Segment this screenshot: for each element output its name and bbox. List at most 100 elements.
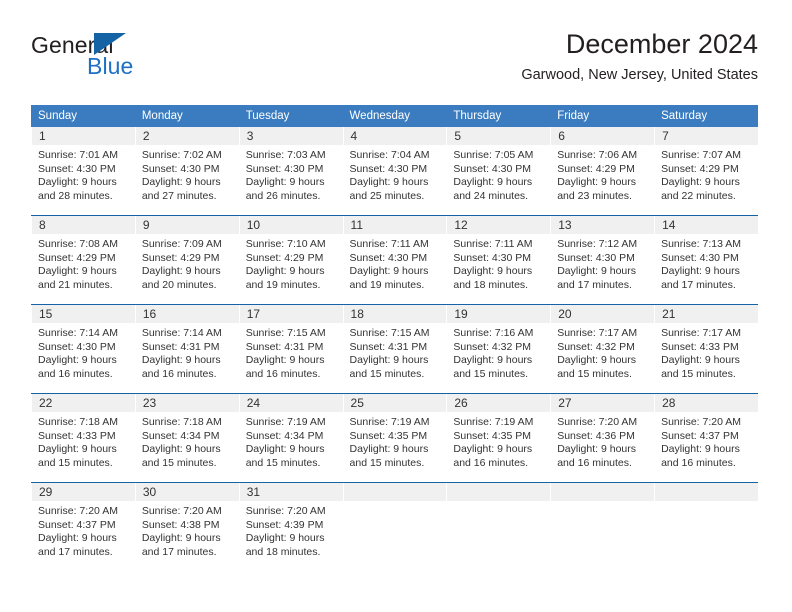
day-cell[interactable]: 22 Sunrise: 7:18 AM Sunset: 4:33 PM Dayl…: [31, 393, 135, 483]
day-details: Sunrise: 7:17 AM Sunset: 4:33 PM Dayligh…: [654, 323, 758, 381]
sunset-text: Sunset: 4:30 PM: [557, 251, 635, 264]
sunrise-text: Sunrise: 7:11 AM: [349, 238, 429, 250]
day-number: 24: [238, 394, 343, 412]
day-cell[interactable]: 26 Sunrise: 7:19 AM Sunset: 4:35 PM Dayl…: [446, 393, 551, 483]
weekday-header-saturday: Saturday: [654, 105, 758, 127]
daylight-text-line2: and 18 minutes.: [245, 545, 321, 558]
day-number: 23: [134, 394, 239, 412]
day-cell[interactable]: 12 Sunrise: 7:11 AM Sunset: 4:30 PM Dayl…: [446, 215, 551, 305]
weekday-header-wednesday: Wednesday: [342, 105, 447, 127]
sunrise-text: Sunrise: 7:14 AM: [38, 327, 118, 339]
sunrise-text: Sunrise: 7:16 AM: [453, 327, 534, 339]
sunset-text: Sunset: 4:34 PM: [141, 429, 220, 442]
day-cell[interactable]: 29 Sunrise: 7:20 AM Sunset: 4:37 PM Dayl…: [31, 482, 135, 571]
day-number: 26: [446, 394, 551, 412]
day-cell[interactable]: 25 Sunrise: 7:19 AM Sunset: 4:35 PM Dayl…: [342, 393, 447, 483]
day-cell[interactable]: 20 Sunrise: 7:17 AM Sunset: 4:32 PM Dayl…: [550, 304, 655, 394]
day-cell[interactable]: 15 Sunrise: 7:14 AM Sunset: 4:30 PM Dayl…: [31, 304, 135, 394]
day-cell[interactable]: 30 Sunrise: 7:20 AM Sunset: 4:38 PM Dayl…: [134, 482, 239, 571]
weekday-header-friday: Friday: [550, 105, 655, 127]
sunset-text: Sunset: 4:36 PM: [557, 429, 635, 442]
calendar-page: General Blue December 2024 Garwood, New …: [0, 0, 792, 612]
day-cell[interactable]: 14 Sunrise: 7:13 AM Sunset: 4:30 PM Dayl…: [654, 215, 758, 305]
day-number: 30: [134, 483, 239, 501]
day-cell[interactable]: 18 Sunrise: 7:15 AM Sunset: 4:31 PM Dayl…: [342, 304, 447, 394]
day-cell[interactable]: 9 Sunrise: 7:09 AM Sunset: 4:29 PM Dayli…: [134, 215, 239, 305]
sunrise-text: Sunrise: 7:08 AM: [38, 238, 118, 250]
day-cell[interactable]: 27 Sunrise: 7:20 AM Sunset: 4:36 PM Dayl…: [550, 393, 655, 483]
day-cell[interactable]: 17 Sunrise: 7:15 AM Sunset: 4:31 PM Dayl…: [238, 304, 343, 394]
day-number: 3: [238, 127, 343, 145]
sunrise-text: Sunrise: 7:12 AM: [557, 238, 638, 250]
day-cell[interactable]: 5 Sunrise: 7:05 AM Sunset: 4:30 PM Dayli…: [446, 127, 551, 216]
day-number: 11: [342, 216, 447, 234]
daylight-text-line2: and 17 minutes.: [661, 278, 736, 291]
day-number: 14: [654, 216, 758, 234]
daylight-text-line2: and 27 minutes.: [141, 189, 217, 202]
day-details: Sunrise: 7:14 AM Sunset: 4:30 PM Dayligh…: [31, 323, 135, 381]
day-cell[interactable]: 19 Sunrise: 7:16 AM Sunset: 4:32 PM Dayl…: [446, 304, 551, 394]
daylight-text-line1: Daylight: 9 hours: [245, 532, 325, 545]
day-cell[interactable]: 31 Sunrise: 7:20 AM Sunset: 4:39 PM Dayl…: [238, 482, 343, 571]
daylight-text-line2: and 17 minutes.: [141, 545, 217, 558]
day-cell[interactable]: 8 Sunrise: 7:08 AM Sunset: 4:29 PM Dayli…: [31, 215, 135, 305]
daylight-text-line1: Daylight: 9 hours: [557, 265, 637, 278]
sunset-text: Sunset: 4:31 PM: [245, 340, 324, 353]
daylight-text-line1: Daylight: 9 hours: [38, 354, 117, 367]
day-cell[interactable]: 10 Sunrise: 7:10 AM Sunset: 4:29 PM Dayl…: [238, 215, 343, 305]
day-details: Sunrise: 7:03 AM Sunset: 4:30 PM Dayligh…: [239, 145, 343, 203]
sunset-text: Sunset: 4:30 PM: [38, 162, 116, 175]
day-number: 6: [550, 127, 655, 145]
day-cell-empty: [550, 482, 655, 571]
daylight-text-line2: and 18 minutes.: [453, 278, 529, 291]
daylight-text-line1: Daylight: 9 hours: [38, 265, 117, 278]
day-cell[interactable]: 28 Sunrise: 7:20 AM Sunset: 4:37 PM Dayl…: [654, 393, 758, 483]
day-details: Sunrise: 7:20 AM Sunset: 4:38 PM Dayligh…: [135, 501, 239, 559]
daylight-text-line1: Daylight: 9 hours: [349, 443, 429, 456]
day-cell[interactable]: 6 Sunrise: 7:06 AM Sunset: 4:29 PM Dayli…: [550, 127, 655, 216]
daylight-text-line1: Daylight: 9 hours: [349, 176, 429, 189]
day-number: 2: [134, 127, 239, 145]
sunrise-text: Sunrise: 7:19 AM: [349, 416, 430, 428]
day-number: 1: [31, 127, 135, 145]
sunrise-text: Sunrise: 7:17 AM: [557, 327, 638, 339]
day-number: 16: [134, 305, 239, 323]
daylight-text-line2: and 16 minutes.: [453, 456, 529, 469]
day-cell[interactable]: 11 Sunrise: 7:11 AM Sunset: 4:30 PM Dayl…: [342, 215, 447, 305]
day-cell[interactable]: 1 Sunrise: 7:01 AM Sunset: 4:30 PM Dayli…: [31, 127, 135, 216]
day-cell-empty: [446, 482, 551, 571]
logo-text-blue: Blue: [87, 53, 134, 79]
general-blue-logo[interactable]: General Blue: [31, 32, 221, 88]
daylight-text-line1: Daylight: 9 hours: [453, 354, 533, 367]
sunrise-text: Sunrise: 7:20 AM: [141, 505, 222, 517]
sunrise-text: Sunrise: 7:15 AM: [245, 327, 326, 339]
day-cell[interactable]: 2 Sunrise: 7:02 AM Sunset: 4:30 PM Dayli…: [134, 127, 239, 216]
day-cell[interactable]: 4 Sunrise: 7:04 AM Sunset: 4:30 PM Dayli…: [342, 127, 447, 216]
sunset-text: Sunset: 4:34 PM: [245, 429, 324, 442]
sunset-text: Sunset: 4:29 PM: [141, 251, 220, 264]
day-details: Sunrise: 7:20 AM Sunset: 4:37 PM Dayligh…: [654, 412, 758, 470]
day-details: Sunrise: 7:18 AM Sunset: 4:33 PM Dayligh…: [31, 412, 135, 470]
day-cell[interactable]: 23 Sunrise: 7:18 AM Sunset: 4:34 PM Dayl…: [134, 393, 239, 483]
daylight-text-line2: and 17 minutes.: [38, 545, 113, 558]
day-cell[interactable]: 16 Sunrise: 7:14 AM Sunset: 4:31 PM Dayl…: [134, 304, 239, 394]
day-cell[interactable]: 24 Sunrise: 7:19 AM Sunset: 4:34 PM Dayl…: [238, 393, 343, 483]
day-cell[interactable]: 21 Sunrise: 7:17 AM Sunset: 4:33 PM Dayl…: [654, 304, 758, 394]
daylight-text-line2: and 15 minutes.: [245, 456, 321, 469]
day-details: Sunrise: 7:19 AM Sunset: 4:34 PM Dayligh…: [239, 412, 343, 470]
day-details: Sunrise: 7:09 AM Sunset: 4:29 PM Dayligh…: [135, 234, 239, 292]
day-cell[interactable]: 7 Sunrise: 7:07 AM Sunset: 4:29 PM Dayli…: [654, 127, 758, 216]
day-details: [654, 501, 758, 505]
day-details: [446, 501, 550, 505]
day-details: Sunrise: 7:20 AM Sunset: 4:36 PM Dayligh…: [550, 412, 654, 470]
day-number: 31: [238, 483, 343, 501]
day-number: 17: [238, 305, 343, 323]
day-number: 25: [342, 394, 447, 412]
day-cell[interactable]: 3 Sunrise: 7:03 AM Sunset: 4:30 PM Dayli…: [238, 127, 343, 216]
calendar-week-row: 29 Sunrise: 7:20 AM Sunset: 4:37 PM Dayl…: [31, 482, 758, 571]
daylight-text-line1: Daylight: 9 hours: [557, 176, 637, 189]
day-cell[interactable]: 13 Sunrise: 7:12 AM Sunset: 4:30 PM Dayl…: [550, 215, 655, 305]
sunset-text: Sunset: 4:30 PM: [661, 251, 739, 264]
day-number: 5: [446, 127, 551, 145]
daylight-text-line1: Daylight: 9 hours: [38, 176, 117, 189]
